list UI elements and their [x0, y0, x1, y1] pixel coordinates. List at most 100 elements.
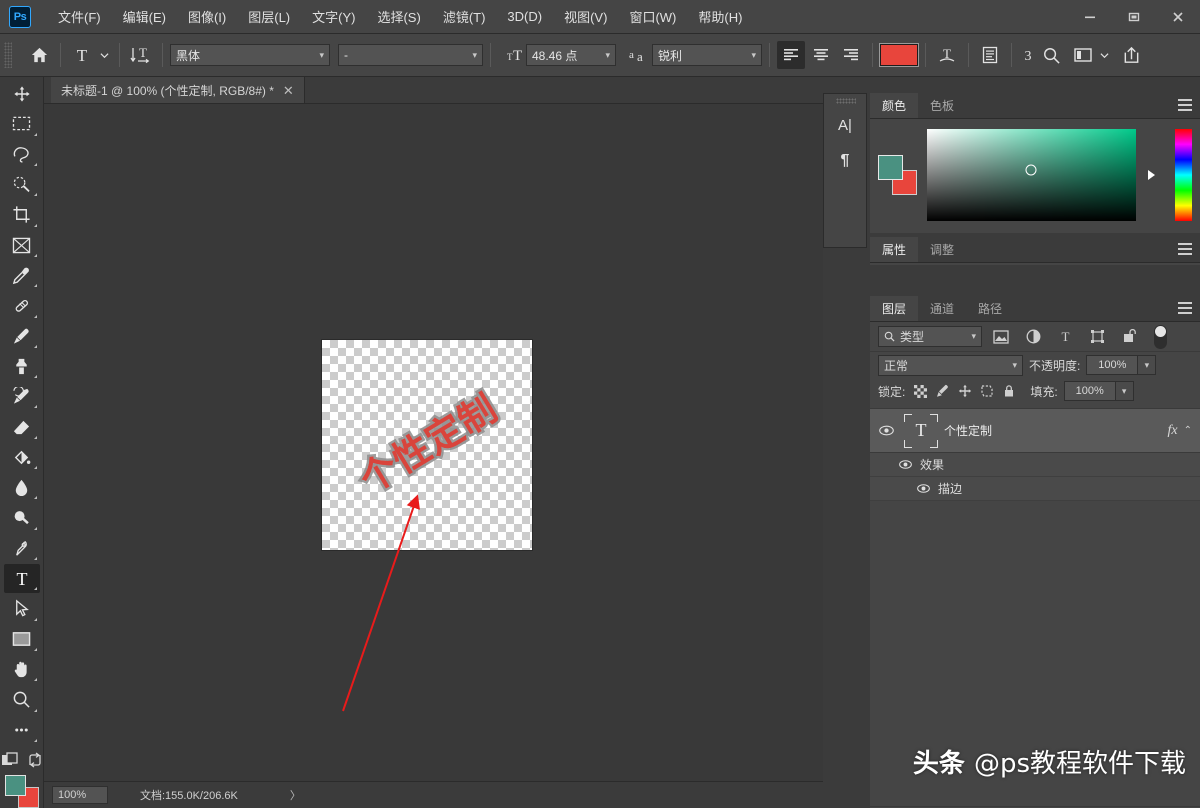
character-panel-icon[interactable]: A|	[832, 112, 858, 138]
lock-position-icon[interactable]	[955, 381, 974, 401]
color-swatches[interactable]	[4, 774, 39, 808]
menu-filter[interactable]: 滤镜(T)	[432, 3, 497, 30]
layer-visibility-icon[interactable]	[874, 425, 898, 436]
document-tab[interactable]: 未标题-1 @ 100% (个性定制, RGB/8#) * ✕	[51, 77, 305, 103]
menu-edit[interactable]: 编辑(E)	[112, 3, 177, 30]
tool-lasso[interactable]	[4, 140, 40, 169]
tab-channels[interactable]: 通道	[918, 296, 966, 321]
panel-menu-icon[interactable]	[1178, 243, 1192, 255]
character-panel-icon[interactable]	[976, 41, 1004, 69]
tool-dodge[interactable]	[4, 503, 40, 532]
home-icon[interactable]	[25, 41, 53, 69]
lock-all-icon[interactable]	[999, 381, 1018, 401]
tool-shape[interactable]	[4, 625, 40, 654]
effects-visibility-icon[interactable]	[894, 460, 916, 469]
foreground-color-swatch[interactable]	[878, 155, 903, 180]
table-row[interactable]: T 个性定制 fx ⌃	[870, 409, 1200, 453]
color-picker-handle[interactable]	[1025, 164, 1037, 176]
font-size-input[interactable]: 48.46 点 ▾	[526, 44, 616, 66]
type-tool-icon[interactable]: T	[68, 41, 96, 69]
canvas-area[interactable]: 个性定制 个性定制	[44, 104, 823, 781]
tool-brush[interactable]	[4, 322, 40, 351]
tool-edit-toolbar[interactable]	[4, 716, 40, 745]
tab-color[interactable]: 颜色	[870, 93, 919, 118]
tab-adjustments[interactable]: 调整	[918, 237, 966, 262]
lock-image-icon[interactable]	[933, 381, 952, 401]
fill-stepper-icon[interactable]: ▾	[1115, 381, 1134, 401]
list-item[interactable]: 效果	[870, 453, 1200, 477]
panel-strip-grip[interactable]	[836, 98, 856, 104]
workspace-icon[interactable]	[1069, 41, 1097, 69]
tool-healing-brush[interactable]	[4, 291, 40, 320]
screen-mode-icon[interactable]	[27, 752, 43, 773]
tool-hand[interactable]	[4, 655, 40, 684]
hue-slider[interactable]	[1174, 129, 1192, 221]
tool-eyedropper[interactable]	[4, 261, 40, 290]
filter-smart-object-icon[interactable]	[1116, 325, 1142, 349]
filter-shape-icon[interactable]	[1084, 325, 1110, 349]
maximize-button[interactable]	[1112, 0, 1156, 34]
filter-adjustment-icon[interactable]	[1020, 325, 1046, 349]
tool-gradient[interactable]	[4, 443, 40, 472]
artboard[interactable]: 个性定制 个性定制	[322, 340, 532, 550]
layer-filter-kind-select[interactable]: 类型 ▾	[878, 326, 982, 347]
menu-file[interactable]: 文件(F)	[47, 3, 112, 30]
stroke-effect-visibility-icon[interactable]	[912, 484, 934, 493]
font-style-select[interactable]: - ▾	[338, 44, 483, 66]
lock-transparent-icon[interactable]	[911, 381, 930, 401]
filter-type-icon[interactable]: T	[1052, 325, 1078, 349]
text-color-swatch[interactable]	[879, 43, 919, 67]
status-expand-icon[interactable]: 〉	[290, 787, 301, 803]
font-family-select[interactable]: 黑体 ▾	[170, 44, 330, 66]
panel-menu-icon[interactable]	[1178, 302, 1192, 314]
menu-window[interactable]: 窗口(W)	[618, 3, 687, 30]
align-right-icon[interactable]	[837, 41, 865, 69]
anti-alias-select[interactable]: 锐利 ▾	[652, 44, 762, 66]
lock-artboard-icon[interactable]	[977, 381, 996, 401]
layer-thumbnail[interactable]: T	[904, 413, 938, 448]
warp-text-icon[interactable]: T	[933, 41, 961, 69]
menu-view[interactable]: 视图(V)	[553, 3, 618, 30]
foreground-color-swatch[interactable]	[4, 774, 26, 796]
opacity-input[interactable]: 100%	[1086, 355, 1139, 375]
zoom-level-input[interactable]: 100%	[52, 786, 108, 804]
tool-history-brush[interactable]	[4, 382, 40, 411]
paragraph-panel-icon[interactable]: ¶	[832, 148, 858, 174]
chevron-down-icon[interactable]	[1097, 41, 1111, 69]
tool-clone-stamp[interactable]	[4, 352, 40, 381]
menu-select[interactable]: 选择(S)	[366, 3, 431, 30]
3d-icon[interactable]: 3	[1019, 41, 1037, 69]
tab-properties[interactable]: 属性	[870, 237, 919, 262]
menu-layer[interactable]: 图层(L)	[237, 3, 301, 30]
tool-type[interactable]: T	[3, 564, 40, 594]
tool-crop[interactable]	[4, 200, 40, 229]
menu-image[interactable]: 图像(I)	[177, 3, 237, 30]
tab-paths[interactable]: 路径	[966, 296, 1014, 321]
tool-preset-chevron-icon[interactable]	[96, 41, 112, 69]
tab-swatches[interactable]: 色板	[918, 93, 966, 118]
filter-pixel-icon[interactable]	[988, 325, 1014, 349]
layer-expand-chevron-icon[interactable]: ⌃	[1184, 425, 1192, 436]
minimize-button[interactable]	[1068, 0, 1112, 34]
menu-type[interactable]: 文字(Y)	[301, 3, 366, 30]
layer-fx-icon[interactable]: fx	[1168, 423, 1178, 439]
tab-layers[interactable]: 图层	[870, 296, 919, 321]
layer-name[interactable]: 个性定制	[944, 422, 992, 439]
quick-mask-icon[interactable]	[1, 752, 19, 773]
menu-3d[interactable]: 3D(D)	[496, 5, 553, 28]
tool-zoom[interactable]	[4, 685, 40, 714]
list-item[interactable]: 描边	[870, 477, 1200, 501]
tool-marquee[interactable]	[4, 109, 40, 138]
opacity-stepper-icon[interactable]: ▾	[1138, 355, 1157, 375]
text-orientation-icon[interactable]: T	[127, 41, 155, 69]
color-panel-swatches[interactable]	[878, 155, 917, 195]
search-icon[interactable]	[1037, 41, 1065, 69]
tool-pen[interactable]	[4, 534, 40, 563]
options-bar-grip[interactable]	[4, 42, 12, 68]
fill-input[interactable]: 100%	[1063, 381, 1116, 401]
blend-mode-select[interactable]: 正常 ▾	[878, 354, 1023, 376]
align-left-icon[interactable]	[777, 41, 805, 69]
align-center-icon[interactable]	[807, 41, 835, 69]
tool-move[interactable]	[4, 79, 40, 108]
tool-frame[interactable]	[4, 231, 40, 260]
